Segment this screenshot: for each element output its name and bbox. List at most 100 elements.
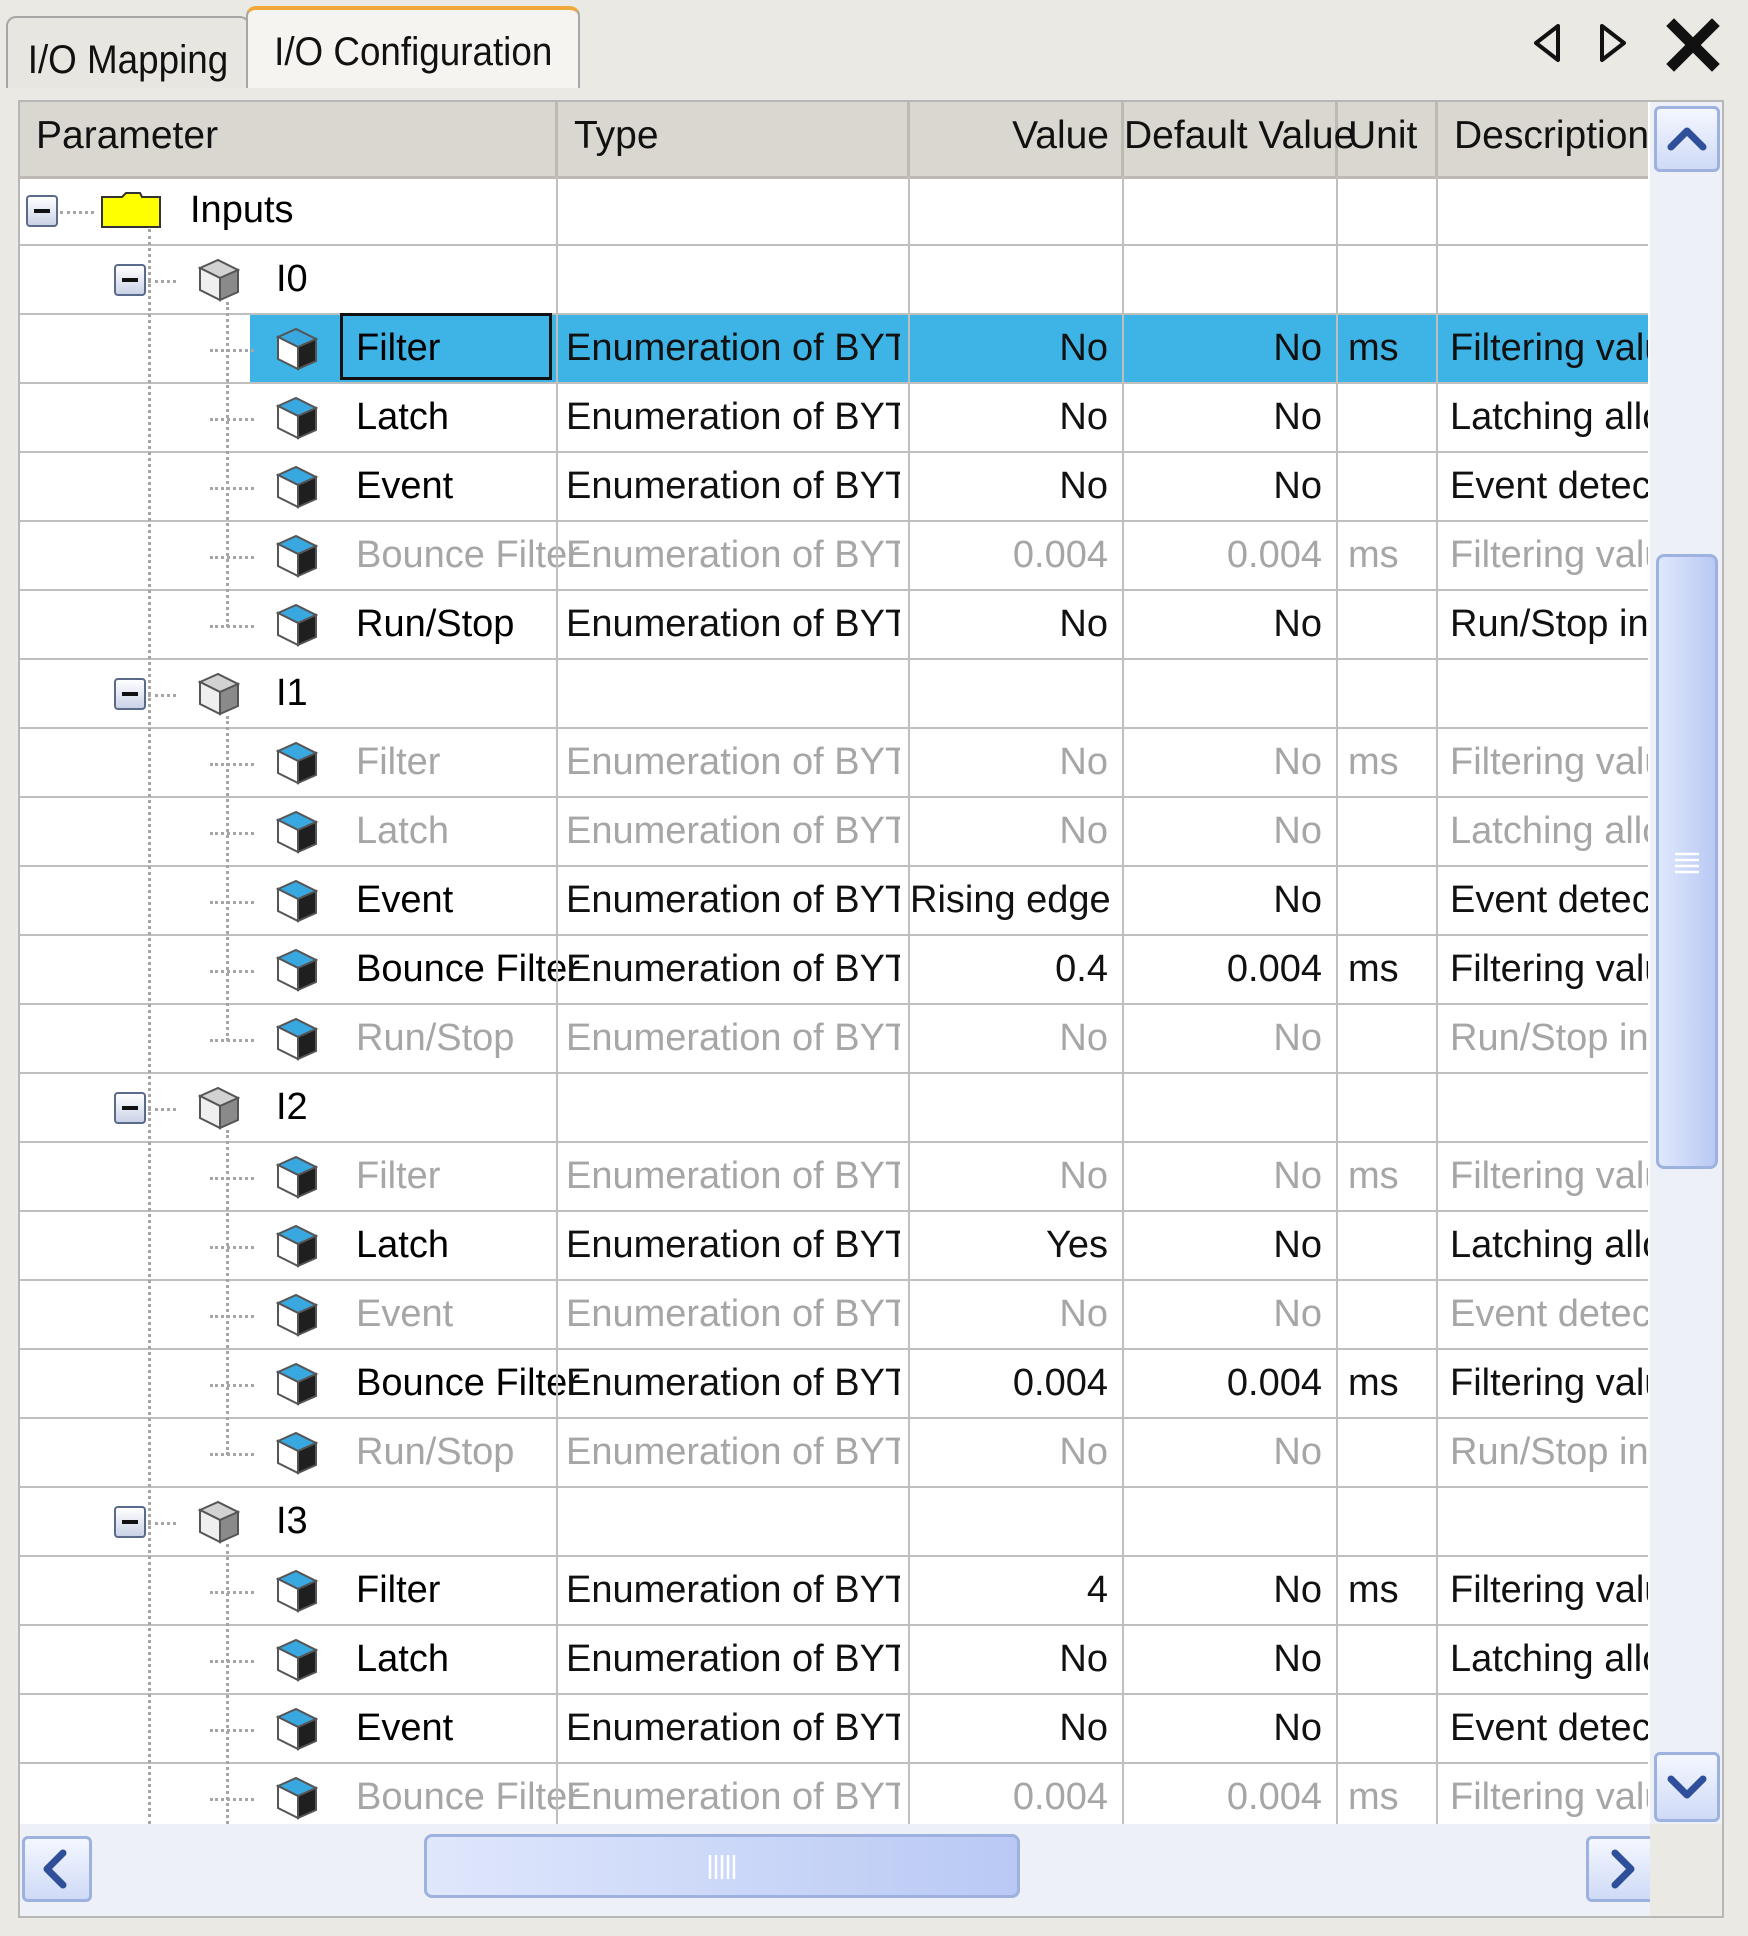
vertical-scroll-thumb[interactable] (1656, 554, 1718, 1169)
table-row[interactable]: Latch Enumeration of BYTE Yes No Latching al… (20, 1212, 1648, 1281)
tree-row-folder[interactable]: Inputs (20, 177, 1648, 246)
parameter-value-cell[interactable]: No (910, 1626, 1120, 1693)
tree-connector (210, 1246, 254, 1249)
collapse-expander[interactable] (114, 1506, 146, 1538)
scroll-up-button[interactable] (1654, 106, 1720, 172)
column-header-parameter[interactable]: Parameter (20, 102, 558, 176)
parameter-value-cell[interactable]: No (910, 1695, 1120, 1762)
parameter-cube-icon (275, 879, 319, 923)
tab-io-mapping[interactable]: I/O Mapping (6, 16, 250, 88)
parameter-value-cell[interactable]: No (910, 453, 1120, 520)
parameter-default-cell: No (1273, 1293, 1322, 1335)
tab-io-configuration[interactable]: I/O Configuration (246, 6, 580, 88)
parameter-default-cell: No (1273, 1017, 1322, 1059)
parameter-type-cell: Enumeration of BYTE (566, 396, 900, 438)
table-row[interactable]: Bounce Filter Enumeration of BYTE 0.004 0.0… (20, 1764, 1648, 1824)
tree-guide (226, 1544, 229, 1824)
scroll-left-button[interactable] (22, 1836, 92, 1902)
parameter-name: Run/Stop (356, 1017, 515, 1059)
parameter-value-cell[interactable]: No (910, 1143, 1120, 1210)
column-divider (1336, 176, 1338, 1824)
tree-row-channel[interactable]: I2 (20, 1074, 1648, 1143)
parameter-default-cell: No (1273, 603, 1322, 645)
parameter-default-cell: No (1273, 327, 1322, 369)
table-row[interactable]: Run/Stop Enumeration of BYTE No No Run/Stop … (20, 1005, 1648, 1074)
table-row[interactable]: Event Enumeration of BYTE No No Event detec (20, 453, 1648, 522)
table-row[interactable]: Event Enumeration of BYTE No No Event detec (20, 1695, 1648, 1764)
parameter-type-cell: Enumeration of BYTE (566, 1707, 900, 1749)
parameter-type-cell: Enumeration of BYTE (566, 1155, 900, 1197)
tree-row-channel[interactable]: I0 (20, 246, 1648, 315)
scroll-right-button[interactable] (1586, 1836, 1656, 1902)
parameter-description-cell: Filtering valu (1450, 1569, 1648, 1611)
parameter-value-cell[interactable]: No (910, 798, 1120, 865)
parameter-name: Bounce Filter (356, 1776, 580, 1818)
parameter-value-cell[interactable]: 0.004 (910, 1764, 1120, 1824)
parameter-value-cell[interactable]: 0.004 (910, 1350, 1120, 1417)
collapse-expander[interactable] (26, 195, 58, 227)
parameter-cube-icon (275, 948, 319, 992)
horizontal-scroll-thumb[interactable] (423, 1834, 1020, 1898)
parameter-value-cell[interactable]: No (910, 315, 1120, 382)
vertical-scrollbar[interactable] (1650, 102, 1722, 1826)
scrollbar-corner (1650, 1824, 1722, 1916)
triangle-right-icon[interactable] (1590, 20, 1634, 66)
tree-connector (210, 970, 254, 973)
parameter-value-cell[interactable]: No (910, 1281, 1120, 1348)
parameter-default-cell: No (1273, 741, 1322, 783)
triangle-left-icon[interactable] (1526, 20, 1570, 66)
parameter-value-cell[interactable]: 0.4 (910, 936, 1120, 1003)
horizontal-scrollbar[interactable] (20, 1824, 1656, 1916)
parameter-value-cell[interactable]: 0.004 (910, 522, 1120, 589)
collapse-expander[interactable] (114, 1092, 146, 1124)
parameter-type-cell: Enumeration of BYTE (566, 1362, 900, 1404)
parameter-cube-icon (275, 603, 319, 647)
tree-row-channel[interactable]: I1 (20, 660, 1648, 729)
parameter-value-cell[interactable]: No (910, 384, 1120, 451)
parameter-value-cell[interactable]: Yes (910, 1212, 1120, 1279)
parameter-value-cell[interactable]: No (910, 1419, 1120, 1486)
parameter-value-cell[interactable]: Rising edge (910, 867, 1120, 934)
parameter-cube-icon (275, 1155, 319, 1199)
close-icon[interactable] (1666, 18, 1720, 72)
table-row[interactable]: Filter Enumeration of BYTE No No ms Filtering… (20, 729, 1648, 798)
table-row[interactable]: Event Enumeration of BYTE Rising edge No Eve… (20, 867, 1648, 936)
tree-node-label: Inputs (190, 189, 294, 231)
column-header-type[interactable]: Type (558, 102, 910, 176)
tree-connector (210, 418, 254, 421)
collapse-expander[interactable] (114, 678, 146, 710)
table-row[interactable]: Run/Stop Enumeration of BYTE No No Run/Stop … (20, 591, 1648, 660)
table-row[interactable]: Bounce Filter Enumeration of BYTE 0.4 0.004… (20, 936, 1648, 1005)
table-row[interactable]: Bounce Filter Enumeration of BYTE 0.004 0.0… (20, 522, 1648, 591)
table-row[interactable]: Run/Stop Enumeration of BYTE No No Run/Stop … (20, 1419, 1648, 1488)
collapse-expander[interactable] (114, 264, 146, 296)
parameter-default-cell: No (1273, 1224, 1322, 1266)
parameter-name: Run/Stop (356, 603, 515, 645)
parameter-unit-cell (1348, 591, 1436, 658)
tree-row-channel[interactable]: I3 (20, 1488, 1648, 1557)
parameter-value-cell[interactable]: 4 (910, 1557, 1120, 1624)
parameter-description-cell: Filtering valu (1450, 948, 1648, 990)
parameter-default-cell: No (1273, 1638, 1322, 1680)
table-row[interactable]: Latch Enumeration of BYTE No No Latching all… (20, 798, 1648, 867)
parameter-description-cell: Filtering valu (1450, 1155, 1648, 1197)
table-row[interactable]: Latch Enumeration of BYTE No No Latching all… (20, 1626, 1648, 1695)
table-row[interactable]: Latch Enumeration of BYTE No No Latching all… (20, 384, 1648, 453)
column-header-value[interactable]: Value (910, 102, 1124, 176)
tab-bar: I/O Mapping I/O Configuration (0, 0, 1748, 88)
parameter-value-cell[interactable]: No (910, 591, 1120, 658)
channel-cube-icon (197, 1086, 241, 1130)
scroll-down-button[interactable] (1654, 1752, 1720, 1822)
parameter-value-cell[interactable]: No (910, 1005, 1120, 1072)
column-header-default-value[interactable]: Default Value (1124, 102, 1355, 176)
table-row[interactable]: Filter Enumeration of BYTE No No ms Filtering… (20, 1143, 1648, 1212)
table-row[interactable]: Bounce Filter Enumeration of BYTE 0.004 0.0… (20, 1350, 1648, 1419)
parameter-value-cell[interactable]: No (910, 729, 1120, 796)
table-row[interactable]: Filter Enumeration of BYTE 4 No ms Filtering … (20, 1557, 1648, 1626)
column-header-description[interactable]: Description (1438, 102, 1648, 176)
parameter-cube-icon (275, 327, 319, 371)
table-row[interactable]: Event Enumeration of BYTE No No Event detec (20, 1281, 1648, 1350)
table-row[interactable]: Filter Enumeration of BYTE No No ms Filtering… (20, 313, 1648, 384)
column-header-unit[interactable]: Unit (1338, 102, 1438, 176)
parameter-default-cell: No (1273, 810, 1322, 852)
